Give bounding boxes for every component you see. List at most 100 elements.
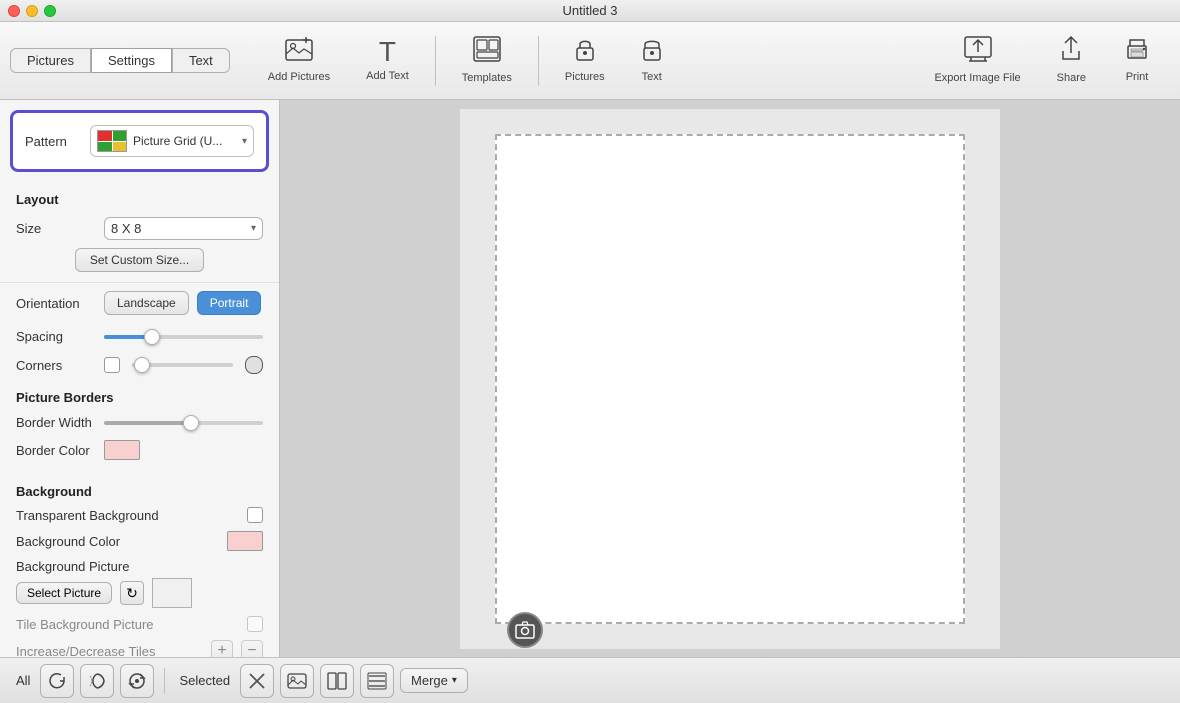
bottom-divider-1 [164,668,165,694]
border-width-label: Border Width [16,415,96,430]
tile-label: Tile Background Picture [16,617,239,632]
canvas-area [280,100,1180,657]
bg-picture-row: Background Picture Select Picture ↻ [0,555,279,612]
share-label: Share [1057,72,1086,85]
border-color-swatch[interactable] [104,440,140,460]
transparent-bg-row: Transparent Background [0,503,279,527]
corners-checkbox[interactable] [104,357,120,373]
increase-tiles-button[interactable]: + [211,640,233,657]
minimize-button[interactable] [26,5,38,17]
size-chevron-icon: ▾ [251,223,256,234]
share-icon [1059,35,1083,68]
text-lock-label: Text [642,71,662,84]
spacing-row: Spacing [0,323,279,350]
pattern-row: Pattern Picture Grid (U... ▾ [25,125,254,157]
add-pictures-icon [284,36,314,67]
window-title: Untitled 3 [563,3,618,18]
layout-section: Layout Size 8 X 8 ▾ Set Custom Size... [0,182,279,282]
add-text-icon: T [379,38,396,66]
title-bar: Untitled 3 [0,0,1180,22]
size-row: Size 8 X 8 ▾ [16,217,263,240]
border-width-slider[interactable] [104,421,263,425]
templates-icon [472,35,502,68]
print-group[interactable]: Print [1104,36,1170,84]
background-title: Background [0,474,279,503]
all-label: All [16,673,30,688]
border-width-row: Border Width [0,409,279,436]
toolbar: Pictures Settings Text Add Pictures T Ad… [0,22,1180,100]
inc-dec-row: Increase/Decrease Tiles + − [0,636,279,657]
share-group[interactable]: Share [1039,35,1104,85]
border-color-row: Border Color [0,436,279,464]
close-button[interactable] [8,5,20,17]
rotate-button[interactable]: ↻ [120,581,144,605]
templates-group[interactable]: Templates [444,35,530,85]
export-label: Export Image File [934,72,1020,85]
rotate-all-button[interactable] [40,664,74,698]
tab-settings[interactable]: Settings [91,48,172,73]
pattern-label: Pattern [25,134,80,149]
templates-label: Templates [462,72,512,85]
landscape-button[interactable]: Landscape [104,291,189,315]
spacing-slider[interactable] [104,335,263,339]
toolbar-divider-2 [538,36,539,86]
spacing-slider-thumb[interactable] [144,329,160,345]
export-icon [963,35,993,68]
select-picture-button[interactable]: Select Picture [16,582,112,604]
merge-label: Merge [411,673,448,688]
maximize-button[interactable] [44,5,56,17]
picture-selected-button[interactable] [280,664,314,698]
main-content: Pattern Picture Grid (U... ▾ Layout Size… [0,100,1180,657]
pictures-lock-label: Pictures [565,71,605,84]
pictures-lock-group[interactable]: Pictures [547,36,623,84]
bg-color-swatch[interactable] [227,531,263,551]
spacing-label: Spacing [16,329,96,344]
print-label: Print [1126,71,1149,84]
bg-picture-controls: Select Picture ↻ [16,578,263,608]
transparent-bg-label: Transparent Background [16,508,239,523]
delete-selected-button[interactable] [240,664,274,698]
portrait-button[interactable]: Portrait [197,291,262,315]
bg-picture-label: Background Picture [16,559,263,574]
canvas-page[interactable] [495,134,965,624]
text-lock-icon [641,36,663,67]
pattern-grid-icon [97,130,127,152]
selected-label: Selected [179,673,230,688]
bg-color-label: Background Color [16,534,219,549]
picture-borders-title: Picture Borders [0,380,279,409]
pattern-select-text: Picture Grid (U... [133,134,236,148]
bg-picture-thumbnail [152,578,192,608]
pattern-section: Pattern Picture Grid (U... ▾ [10,110,269,172]
tile-checkbox[interactable] [247,616,263,632]
print-icon [1122,36,1152,67]
split-selected-button[interactable] [320,664,354,698]
corners-slider-thumb[interactable] [134,357,150,373]
pattern-select[interactable]: Picture Grid (U... ▾ [90,125,254,157]
text-lock-group[interactable]: Text [623,36,681,84]
tab-pictures[interactable]: Pictures [10,48,91,73]
layout-title: Layout [16,192,263,207]
decrease-tiles-button[interactable]: − [241,640,263,657]
border-width-slider-thumb[interactable] [183,415,199,431]
orientation-label: Orientation [16,296,96,311]
export-group[interactable]: Export Image File [916,35,1038,85]
align-selected-button[interactable] [360,664,394,698]
orientation-section: Orientation Landscape Portrait [0,282,279,323]
corners-label: Corners [16,358,96,373]
canvas-photo-icon[interactable] [507,612,543,648]
add-pictures-group[interactable]: Add Pictures [250,36,348,84]
add-pictures-label: Add Pictures [268,71,330,84]
tile-row: Tile Background Picture [0,612,279,636]
merge-button[interactable]: Merge ▾ [400,668,468,693]
add-text-group[interactable]: T Add Text [348,38,427,83]
transparent-bg-checkbox[interactable] [247,507,263,523]
merge-chevron-icon: ▾ [452,675,457,686]
traffic-lights [8,5,56,17]
corners-slider[interactable] [132,363,233,367]
custom-size-button[interactable]: Set Custom Size... [75,248,204,272]
flip-all-button[interactable] [80,664,114,698]
refresh-all-button[interactable] [120,664,154,698]
tab-text[interactable]: Text [172,48,230,73]
size-select[interactable]: 8 X 8 ▾ [104,217,263,240]
canvas-wrapper [460,109,1000,649]
